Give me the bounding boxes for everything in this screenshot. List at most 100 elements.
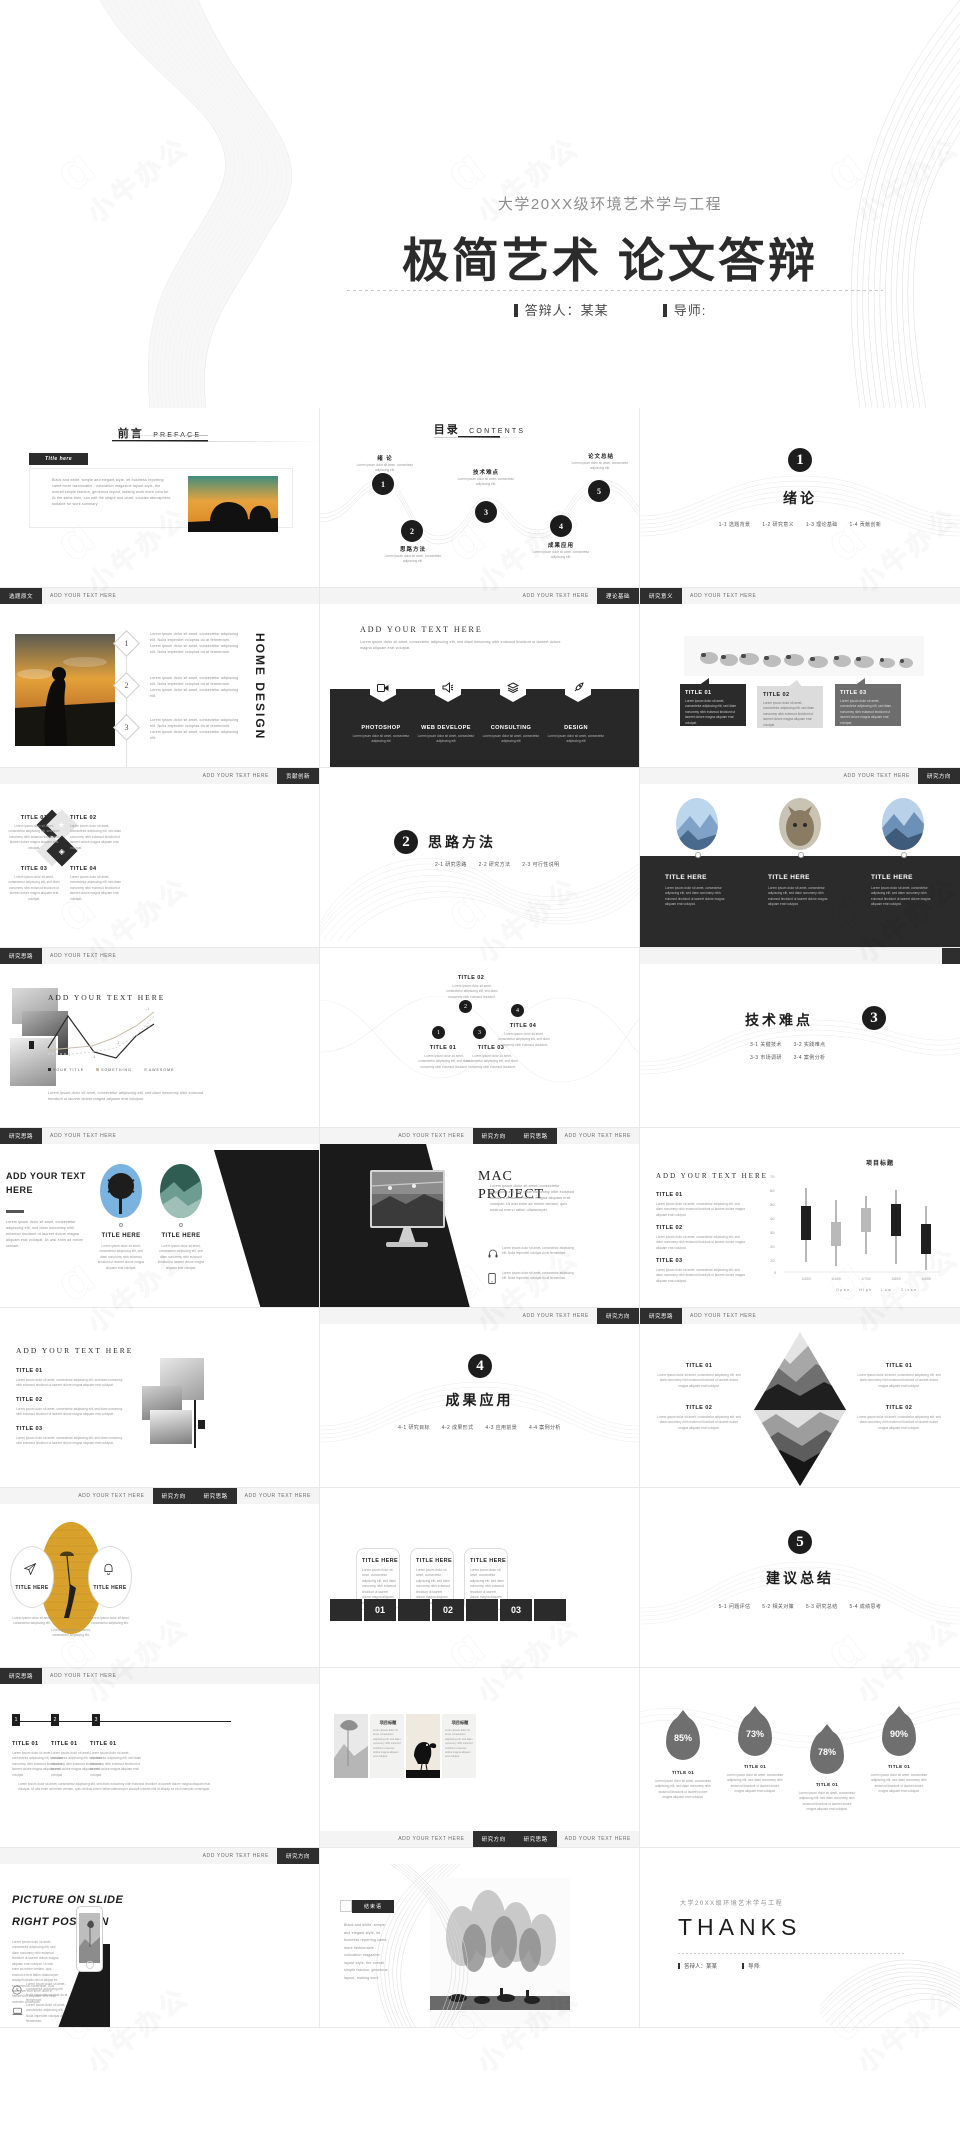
candle-legend: Open High Low Close	[836, 1288, 918, 1292]
header-tag: 研究方向	[472, 1128, 515, 1144]
slide-section-5[interactable]: 5 建议总结 5-1 问题评估 5-2 相关对策 5-3 研究总结 5-4 成绩…	[640, 1488, 960, 1668]
contents-node-3[interactable]: 3	[475, 501, 497, 523]
slide-home-design[interactable]: 选题原文 ADD YOUR TEXT HERE 1 Lorem ipsum do…	[0, 588, 320, 768]
bar-marker	[662, 304, 667, 317]
candle-legend-3: Low	[881, 1288, 893, 1292]
callout-title-1: TITLE 01	[685, 690, 712, 696]
timeline-node-1[interactable]: 1	[432, 1026, 445, 1039]
home-design-vertical-title: HOME DESIGN	[252, 633, 267, 741]
timeline-title-1: TITLE 01	[429, 1045, 457, 1051]
header-text: ADD YOUR TEXT HERE	[843, 773, 910, 779]
slide-picture-on-slide[interactable]: ADD YOUR TEXT HERE 研究方向 PICTURE ON SLIDE…	[0, 1848, 320, 2028]
section-5-title: 建议总结	[766, 1570, 834, 1586]
section-4-item-2: 4-2 成果形式	[441, 1425, 474, 1431]
section-1-item-4: 1-4 贡献创新	[849, 522, 882, 528]
slide-hourglass[interactable]: 研究思路 ADD YOUR TEXT HERE TITLE 01 Lorem i…	[640, 1308, 960, 1488]
contents-node-2[interactable]: 2	[401, 520, 423, 542]
section-4-item-3: 4-3 应用前景	[485, 1425, 518, 1431]
slide-umbrella[interactable]: ADD YOUR TEXT HERE 研究方向 研究思路 ADD YOUR TE…	[0, 1488, 320, 1668]
drop-4: 90%	[882, 1712, 916, 1756]
slide-three-ovals[interactable]: ADD YOUR TEXT HERE 研究方向 TITLE HERE Lorem…	[640, 768, 960, 948]
section-3-item-3: 3-3 市场调研	[750, 1055, 782, 1061]
slide-bird-columns[interactable]: 项目标题 Lorem ipsum dolor sit amet, consect…	[320, 1668, 640, 1848]
svg-text:0: 0	[774, 1270, 777, 1275]
slide-sheep-callouts[interactable]: 研究意义 ADD YOUR TEXT HERE TITLE 01 Lorem i…	[640, 588, 960, 768]
oval-image-2	[779, 798, 821, 850]
drop-1: 85%	[666, 1716, 700, 1760]
section-3-item-4: 3-4 案例分析	[793, 1055, 826, 1061]
contents-node-1[interactable]: 1	[372, 473, 394, 495]
advisor-label: 导师:	[673, 303, 707, 318]
slide-titles-3[interactable]: ADD YOUR TEXT HERE TITLE 01 Lorem ipsum …	[0, 1308, 320, 1488]
slide-two-circles[interactable]: 研究思路 ADD YOUR TEXT HERE ADD YOUR TEXT HE…	[0, 1128, 320, 1308]
slide-ending[interactable]: 结束语 Black and white, simple and elegant …	[320, 1848, 640, 2028]
drop-title-4: TITLE 01	[887, 1764, 911, 1769]
slide-candlestick[interactable]: ADD YOUR TEXT HERE TITLE 01 Lorem ipsum …	[640, 1128, 960, 1308]
section-1-items: 1-1 选题背景 1-2 研究意义 1-3 理论基础 1-4 贡献创新	[640, 521, 960, 528]
slide-header: 研究意义 ADD YOUR TEXT HERE	[640, 588, 960, 604]
candle-legend-4: Close	[900, 1288, 918, 1292]
drop-title-1: TITLE 01	[671, 1770, 695, 1775]
slide-header: 研究思路 ADD YOUR TEXT HERE	[0, 1668, 319, 1684]
slide-mac-project[interactable]: ADD YOUR TEXT HERE 研究方向 研究思路 ADD YOUR TE…	[320, 1128, 640, 1308]
oval-title-3: TITLE HERE	[871, 874, 913, 881]
slide-header: 研究思路 ADD YOUR TEXT HERE	[0, 1128, 319, 1144]
thanks-presenter: 答辩人：某某	[684, 1964, 718, 1970]
contents-label-1: 绪 论	[377, 456, 393, 462]
candle-title: ADD YOUR TEXT HERE	[656, 1172, 768, 1180]
header-tag: 贡献创新	[276, 768, 319, 784]
ending-ribbon-2	[389, 1864, 469, 2027]
axis-title-3: TITLE 01	[90, 1741, 117, 1747]
timeline-node-2[interactable]: 2	[459, 1000, 472, 1013]
slide-line-chart[interactable]: 研究思路 ADD YOUR TEXT HERE ADD YOUR TEXT HE…	[0, 948, 320, 1128]
svg-text:-4: -4	[92, 1055, 95, 1059]
timeline-node-4[interactable]: 4	[511, 1004, 524, 1017]
contents-node-5[interactable]: 5	[588, 480, 610, 502]
slide-timeline-4[interactable]: 1 TITLE 01 Lorem ipsum dolor sit amet, c…	[320, 948, 640, 1128]
section-2-item-3: 2-3 可行性说明	[522, 862, 560, 868]
diamond-text-1: Lorem ipsum dolor sit amet, consectetur …	[8, 824, 60, 850]
bird-col-text-2: Lorem ipsum dolor sit amet, consectetur …	[445, 1729, 473, 1759]
title-rule	[112, 441, 319, 442]
step-number-1: 1	[124, 639, 129, 648]
preface-badge: Title here	[29, 453, 89, 465]
header-tag-2: 研究思路	[194, 1488, 237, 1504]
header-text-2: ADD YOUR TEXT HERE	[244, 1493, 311, 1499]
header-tag	[942, 948, 960, 964]
slide-axis-3[interactable]: 研究思路 ADD YOUR TEXT HERE 1 2 3 TITLE 01 L…	[0, 1668, 320, 1848]
numbered-card-title-3: TITLE HERE	[470, 1558, 507, 1564]
hex-text-3: Lorem ipsum dolor sit amet, consectetur …	[482, 734, 540, 744]
slide-percent-drops[interactable]: 85% TITLE 01 Lorem ipsum dolor sit amet,…	[640, 1668, 960, 1848]
hourglass-right-text-2: Lorem ipsum dolor sit amet, consectetur …	[857, 1415, 941, 1430]
candle-legend-1: Open	[836, 1288, 851, 1292]
cover-divider	[347, 290, 883, 291]
svg-text:1/4/00: 1/4/00	[801, 1277, 811, 1281]
slide-header: ADD YOUR TEXT HERE 研究方向 研究思路 ADD YOUR TE…	[0, 1488, 319, 1504]
slide-section-1[interactable]: 1 绪论 1-1 选题背景 1-2 研究意义 1-3 理论基础 1-4 贡献创新	[640, 408, 960, 588]
slide-contents[interactable]: 目录 CONTENTS 1 绪 论 Lorem ipsum dolor sit …	[320, 408, 640, 588]
slide-section-4[interactable]: ADD YOUR TEXT HERE 研究方向 4 成果应用 4-1 研究目标	[320, 1308, 640, 1488]
slide-preface[interactable]: 前言 PREFACE Title here Black and white, s…	[0, 408, 320, 588]
hourglass-left-text-2: Lorem ipsum dolor sit amet, consectetur …	[657, 1415, 741, 1430]
preface-image	[188, 476, 278, 532]
slide-three-numbered-cards[interactable]: TITLE HERE Lorem ipsum dolor sit amet, c…	[320, 1488, 640, 1668]
headphone-icon	[488, 1246, 498, 1264]
candle-legend-2: High	[859, 1288, 873, 1292]
slide-diamonds[interactable]: ADD YOUR TEXT HERE 贡献创新 ⌂ ★ ◎ ◈ TITLE 01…	[0, 768, 320, 948]
drop-2: 73%	[738, 1712, 772, 1756]
callout-text-2: Lorem ipsum dolor sit amet, consectetur …	[763, 701, 815, 727]
thanks-title: THANKS	[678, 1914, 802, 1940]
oval-text-1: Lorem ipsum dolor sit amet, consectetur …	[665, 886, 725, 907]
slide-row: 选题原文 ADD YOUR TEXT HERE 1 Lorem ipsum do…	[0, 588, 960, 768]
circle-title-2: TITLE HERE	[161, 1233, 201, 1239]
timeline-title-2: TITLE 02	[457, 975, 485, 981]
slide-thanks[interactable]: 大学20XX级环境艺术学与工程 THANKS 答辩人：某某 导师:	[640, 1848, 960, 2028]
slide-hex-icons[interactable]: ADD YOUR TEXT HERE 理论基础 ADD YOUR TEXT HE…	[320, 588, 640, 768]
timeline-node-3[interactable]: 3	[473, 1026, 486, 1039]
header-tag: 研究思路	[0, 1128, 43, 1144]
slide-section-3[interactable]: 技术难点 3 3-1 关键技术 3-2 实践难点 3-3 市场调研 3-4 案例…	[640, 948, 960, 1128]
slide-section-2[interactable]: 2 思路方法 2-1 研究思路 2-2 研究方法 2-3 可行性说明	[320, 768, 640, 948]
titles3-row-title-2: TITLE 02	[16, 1397, 43, 1403]
slide-grid: 前言 PREFACE Title here Black and white, s…	[0, 408, 960, 2028]
contents-node-4[interactable]: 4	[550, 515, 572, 537]
